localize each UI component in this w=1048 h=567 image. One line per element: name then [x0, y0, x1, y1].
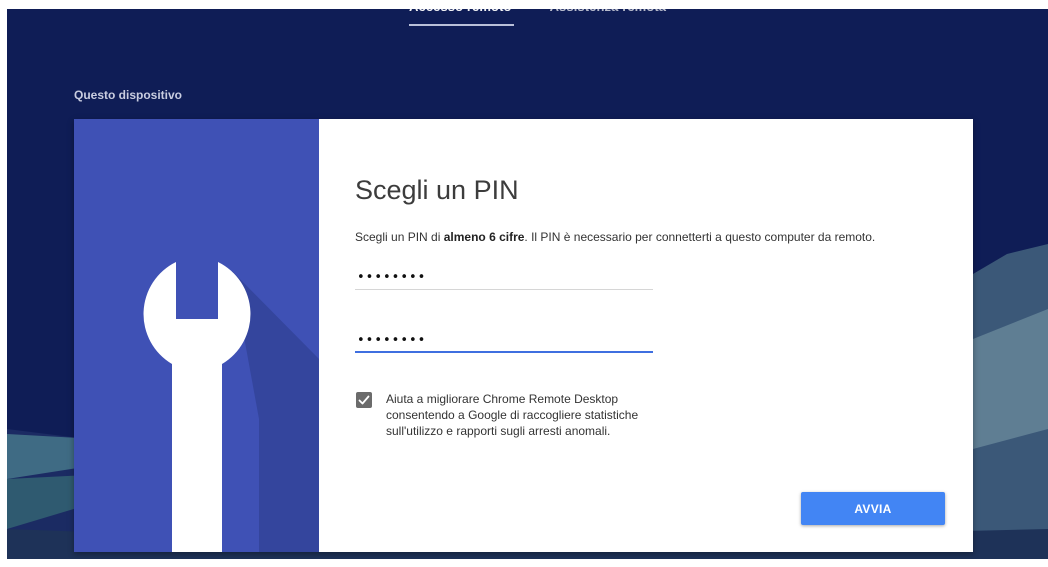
dialog-title: Scegli un PIN — [355, 175, 519, 205]
tab-remote-access[interactable]: Accesso remoto — [399, 9, 522, 18]
checkmark-icon — [358, 395, 370, 405]
dialog-content: Scegli un PIN Scegli un PIN di almeno 6 … — [319, 119, 973, 552]
description-emphasis: almeno 6 cifre — [443, 230, 525, 244]
dialog-description: Scegli un PIN di almeno 6 cifre. Il PIN … — [355, 230, 875, 244]
description-text: Scegli un PIN di — [355, 230, 444, 244]
description-text-end: . Il PIN è necessario per connetterti a … — [524, 230, 876, 244]
pin-confirm-input[interactable] — [355, 329, 653, 353]
tab-remote-support[interactable]: Assistenza remota — [540, 9, 677, 18]
wrench-icon — [143, 262, 319, 552]
consent-checkbox[interactable] — [356, 392, 372, 408]
pin-input[interactable] — [355, 266, 653, 290]
start-button[interactable]: AVVIA — [801, 492, 945, 525]
consent-label: Aiuta a migliorare Chrome Remote Desktop… — [386, 392, 639, 438]
pin-setup-dialog: Scegli un PIN Scegli un PIN di almeno 6 … — [74, 119, 973, 552]
section-label: Questo dispositivo — [74, 88, 183, 102]
app-window: Accesso remoto Assistenza remota Questo … — [7, 9, 1048, 559]
screen: Accesso remoto Assistenza remota Questo … — [0, 0, 1048, 567]
active-tab-indicator — [409, 24, 514, 26]
illustration-panel — [74, 119, 319, 552]
